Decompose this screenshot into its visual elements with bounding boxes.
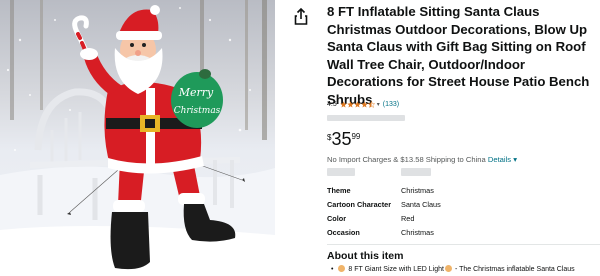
blurred-swatch: [401, 168, 431, 176]
about-bullet-suffix: - The Christmas inflatable Santa Claus: [454, 266, 575, 273]
emoji-icon: [338, 265, 346, 272]
shipping-text: No Import Charges & $13.58 Shipping to C…: [327, 155, 486, 164]
star-rating[interactable]: [340, 100, 375, 108]
attribute-key: Cartoon Character: [327, 199, 392, 209]
attribute-row: Color Red: [327, 211, 600, 225]
divider: [327, 244, 600, 245]
attribute-key: Theme: [327, 185, 351, 195]
bullet-dot: •: [331, 266, 334, 273]
bag-text-christmas: Christmas: [174, 106, 221, 116]
chevron-down-icon[interactable]: ▾: [377, 101, 380, 108]
attribute-value: Christmas: [401, 228, 434, 238]
santa-illustration: Merry Christmas: [0, 0, 275, 276]
star-half-icon: [367, 100, 375, 108]
price-fraction: 99: [351, 132, 361, 141]
attribute-value: Red: [401, 213, 415, 223]
product-attributes-table: Theme Christmas Cartoon Character Santa …: [327, 183, 600, 240]
product-title: 8 FT Inflatable Sitting Santa Claus Chri…: [327, 4, 590, 107]
attribute-row: Cartoon Character Santa Claus: [327, 197, 600, 211]
about-bullet-prefix: 8 FT Giant Size with LED Light: [348, 266, 444, 273]
rating-count-link[interactable]: (133): [383, 101, 399, 108]
star-icon: [340, 100, 347, 108]
attribute-row: Theme Christmas: [327, 183, 600, 197]
attribute-row: Occasion Christmas: [327, 226, 600, 240]
about-heading: About this item: [327, 250, 404, 262]
rating-value: 4.5: [327, 100, 337, 108]
attribute-value: Christmas: [401, 185, 434, 195]
blurred-swatch: [327, 168, 355, 176]
share-icon: [294, 7, 308, 25]
star-icon: [354, 100, 361, 108]
shipping-info: No Import Charges & $13.58 Shipping to C…: [327, 155, 517, 164]
attribute-value: Santa Claus: [401, 199, 441, 209]
attribute-key: Occasion: [327, 228, 360, 238]
gift-bag: Merry Christmas: [171, 69, 223, 128]
bag-text-merry: Merry: [178, 86, 214, 99]
shipping-details-link[interactable]: Details: [488, 155, 511, 164]
blurred-content: [327, 115, 405, 121]
share-button[interactable]: [292, 7, 310, 27]
about-bullet: • 8 FT Giant Size with LED Light - The C…: [331, 265, 600, 273]
star-icon: [347, 100, 354, 108]
price: $ 35 99: [327, 130, 360, 148]
product-image[interactable]: Merry Christmas: [0, 0, 275, 276]
attribute-key: Color: [327, 213, 347, 223]
emoji-icon: [445, 265, 452, 272]
chevron-down-icon[interactable]: ▾: [513, 155, 517, 164]
rating-row[interactable]: 4.5 ▾ (133): [327, 98, 399, 110]
star-icon: [361, 100, 368, 108]
price-whole: 35: [331, 129, 352, 149]
